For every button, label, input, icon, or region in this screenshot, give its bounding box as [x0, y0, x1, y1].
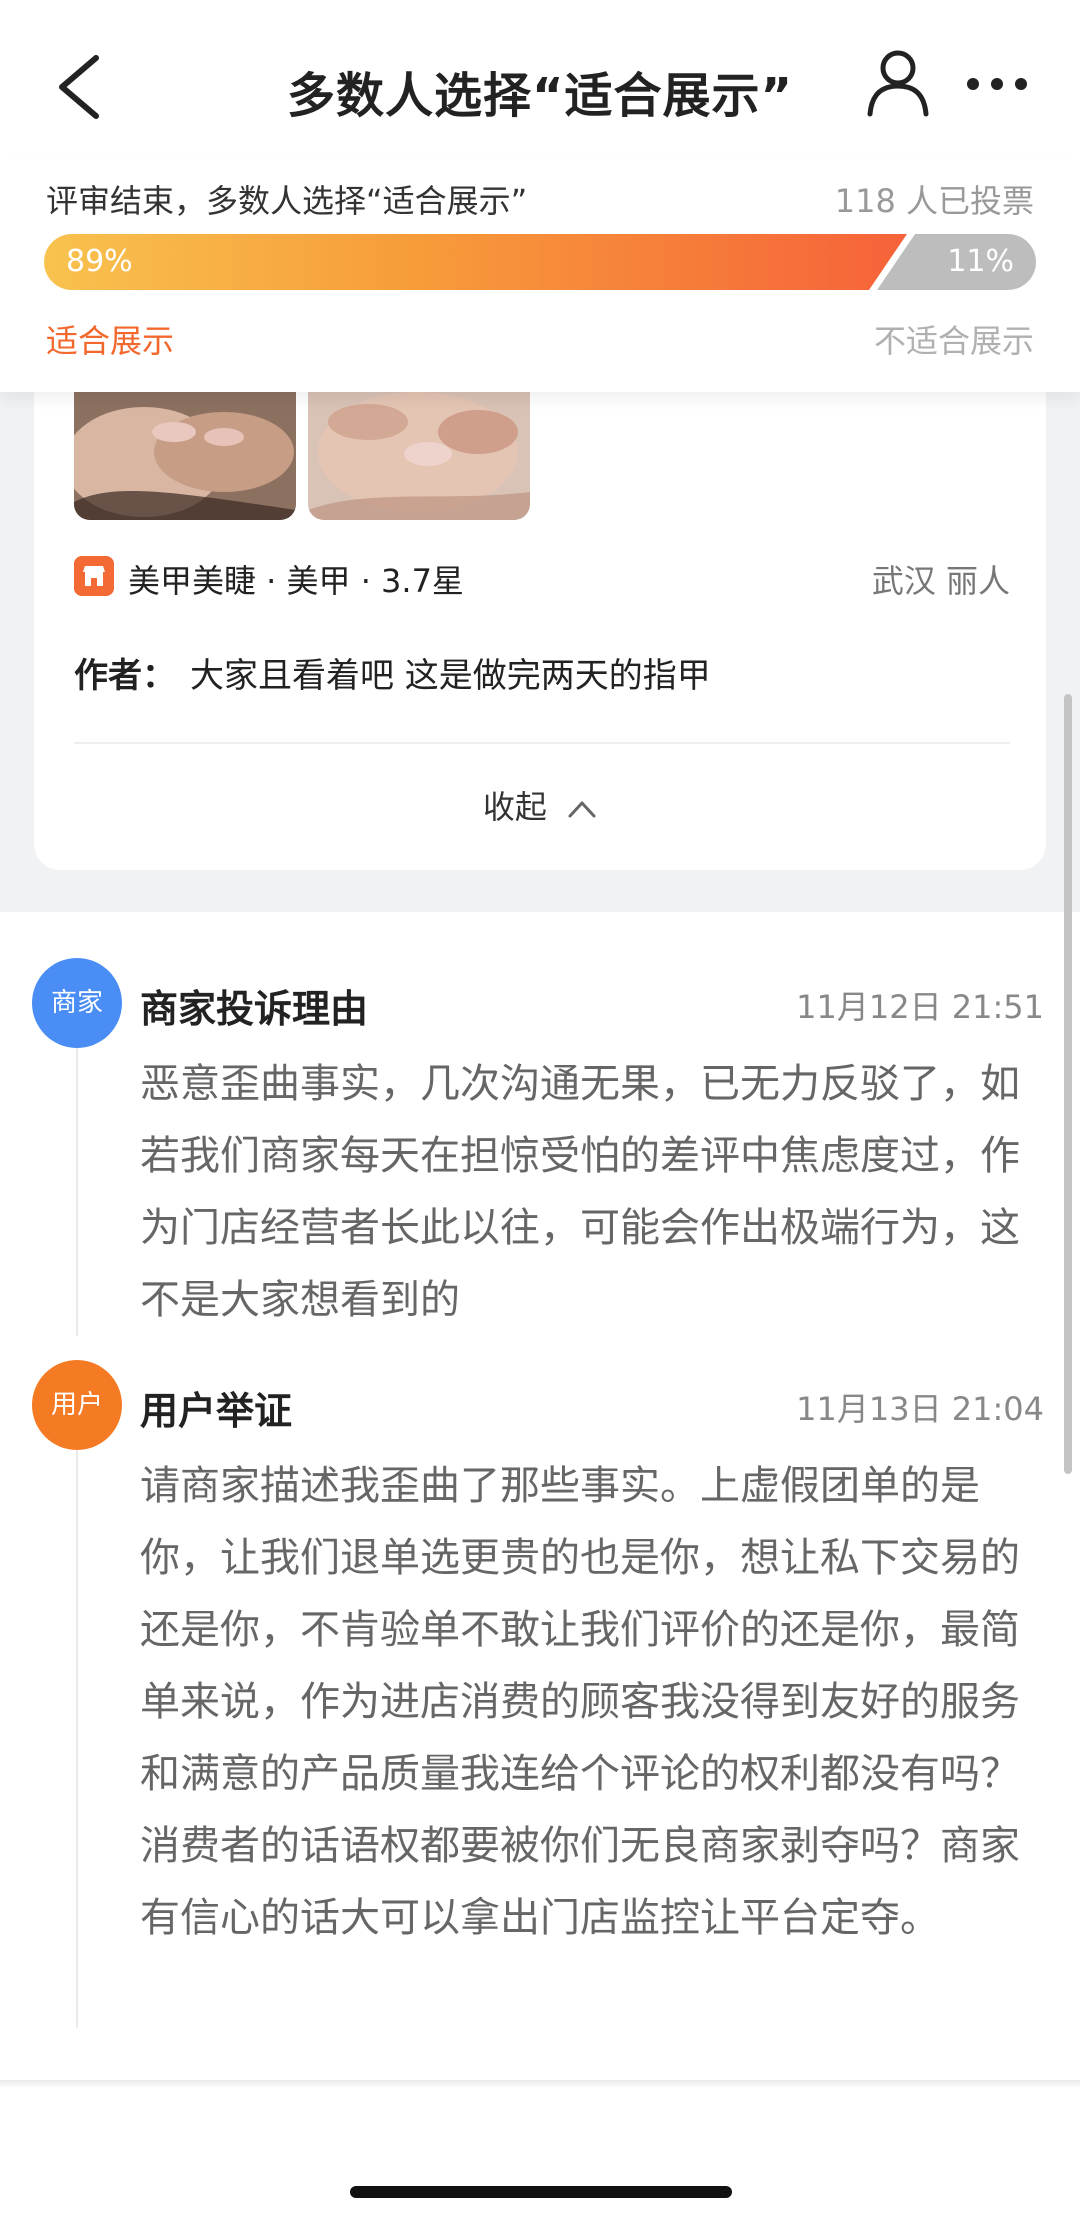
merchant-avatar: 商家 [32, 958, 122, 1048]
merchant-complaint-title: 商家投诉理由 [140, 987, 369, 1031]
collapse-label: 收起 [482, 788, 547, 826]
unsuitable-percent: 11% [947, 244, 1014, 279]
user-icon[interactable] [866, 48, 930, 118]
user-avatar: 用户 [32, 1360, 122, 1450]
suitable-option-label: 适合展示 [46, 322, 175, 360]
shop-info-row[interactable]: 美甲美睫 · 美甲 · 3.7星 武汉 丽人 [74, 554, 1010, 600]
user-evidence-text: 请商家描述我歪曲了那些事实。上虚假团单的是你，让我们退单选更贵的也是你，想让私下… [140, 1463, 1020, 1941]
author-comment: 作者： 大家且看着吧 这是做完两天的指甲 [74, 648, 711, 697]
vote-progress-bar: 89% 11% [44, 234, 1036, 290]
suitable-percent: 89% [66, 244, 133, 279]
more-dots-icon[interactable] [966, 76, 1028, 92]
bottom-divider [0, 2080, 1080, 2088]
divider [74, 742, 1010, 744]
shop-location: 武汉 丽人 [871, 562, 1010, 600]
home-indicator[interactable] [350, 2186, 732, 2198]
merchant-complaint-text: 恶意歪曲事实，几次沟通无果，已无力反驳了，如若我们商家每天在担惊受怕的差评中焦虑… [140, 1061, 1020, 1323]
vote-count-text: 118 人已投票 [834, 182, 1034, 220]
collapse-button[interactable]: 收起 [34, 782, 1046, 828]
vote-status-text: 评审结束，多数人选择“适合展示” [46, 182, 528, 220]
vote-result-panel: 评审结束，多数人选择“适合展示” 118 人已投票 89% 11% 适合展示 不… [0, 160, 1080, 392]
user-evidence-time: 11月13日 21:04 [796, 1390, 1044, 1428]
nail-photo-thumbnail[interactable] [74, 392, 296, 520]
nail-photo-thumbnail[interactable] [308, 392, 530, 520]
timeline-connector [76, 1450, 78, 2028]
scrollbar[interactable] [1064, 694, 1072, 1474]
user-evidence-title: 用户举证 [140, 1389, 293, 1433]
merchant-complaint-time: 11月12日 21:51 [796, 988, 1044, 1026]
chevron-up-icon [568, 801, 596, 818]
shop-name: 美甲美睫 · 美甲 · 3.7星 [128, 562, 464, 600]
review-card: 美甲美睫 · 美甲 · 3.7星 武汉 丽人 作者： 大家且看着吧 这是做完两天的… [34, 370, 1046, 870]
suitable-bar-segment [44, 234, 907, 290]
top-navigation-bar: 多数人选择“适合展示” [0, 0, 1080, 170]
unsuitable-option-label: 不适合展示 [873, 322, 1034, 360]
author-label: 作者： [74, 656, 176, 696]
timeline-connector [76, 1048, 78, 1336]
shop-icon [74, 556, 114, 596]
author-text: 大家且看着吧 这是做完两天的指甲 [190, 656, 711, 696]
